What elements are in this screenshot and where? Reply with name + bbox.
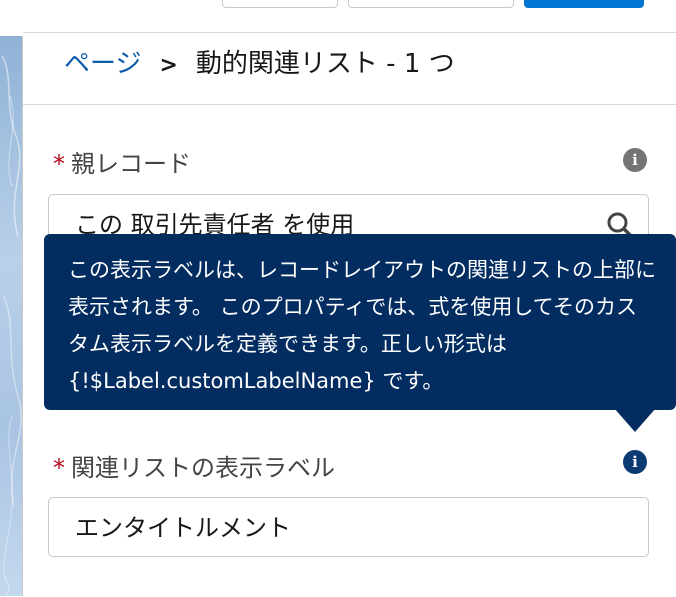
tooltip-text: この表示ラベルは、レコードレイアウトの関連リストの上部に表示されます。 このプロ… (68, 258, 656, 393)
breadcrumb-current: 動的関連リスト - 1 つ (195, 49, 455, 79)
required-mark: * (53, 150, 65, 178)
toolbar-button-2[interactable] (348, 0, 514, 8)
related-list-label-value: エンタイトルメント (75, 514, 291, 542)
info-icon[interactable]: i (623, 148, 647, 172)
related-list-label-text: 関連リストの表示ラベル (71, 454, 335, 482)
related-list-label: * 関連リストの表示ラベル (53, 453, 335, 483)
breadcrumb-link-page[interactable]: ページ (64, 49, 141, 79)
help-tooltip: この表示ラベルは、レコードレイアウトの関連リストの上部に表示されます。 このプロ… (44, 234, 676, 410)
required-mark: * (53, 454, 65, 482)
toolbar-button-1[interactable] (222, 0, 338, 8)
top-toolbar (0, 0, 676, 36)
panel-header: ページ > 動的関連リスト - 1 つ (23, 33, 676, 105)
parent-record-label-text: 親レコード (71, 150, 191, 178)
breadcrumb-separator: > (159, 53, 178, 78)
info-icon[interactable]: i (623, 450, 647, 474)
canvas-pattern (1, 55, 22, 596)
related-list-label-input[interactable]: エンタイトルメント (48, 497, 649, 557)
toolbar-primary-button[interactable] (524, 0, 644, 8)
breadcrumb: ページ > 動的関連リスト - 1 つ (64, 47, 455, 83)
tooltip-arrow (614, 408, 656, 432)
parent-record-label: * 親レコード (53, 149, 191, 179)
canvas-edge (0, 36, 23, 596)
